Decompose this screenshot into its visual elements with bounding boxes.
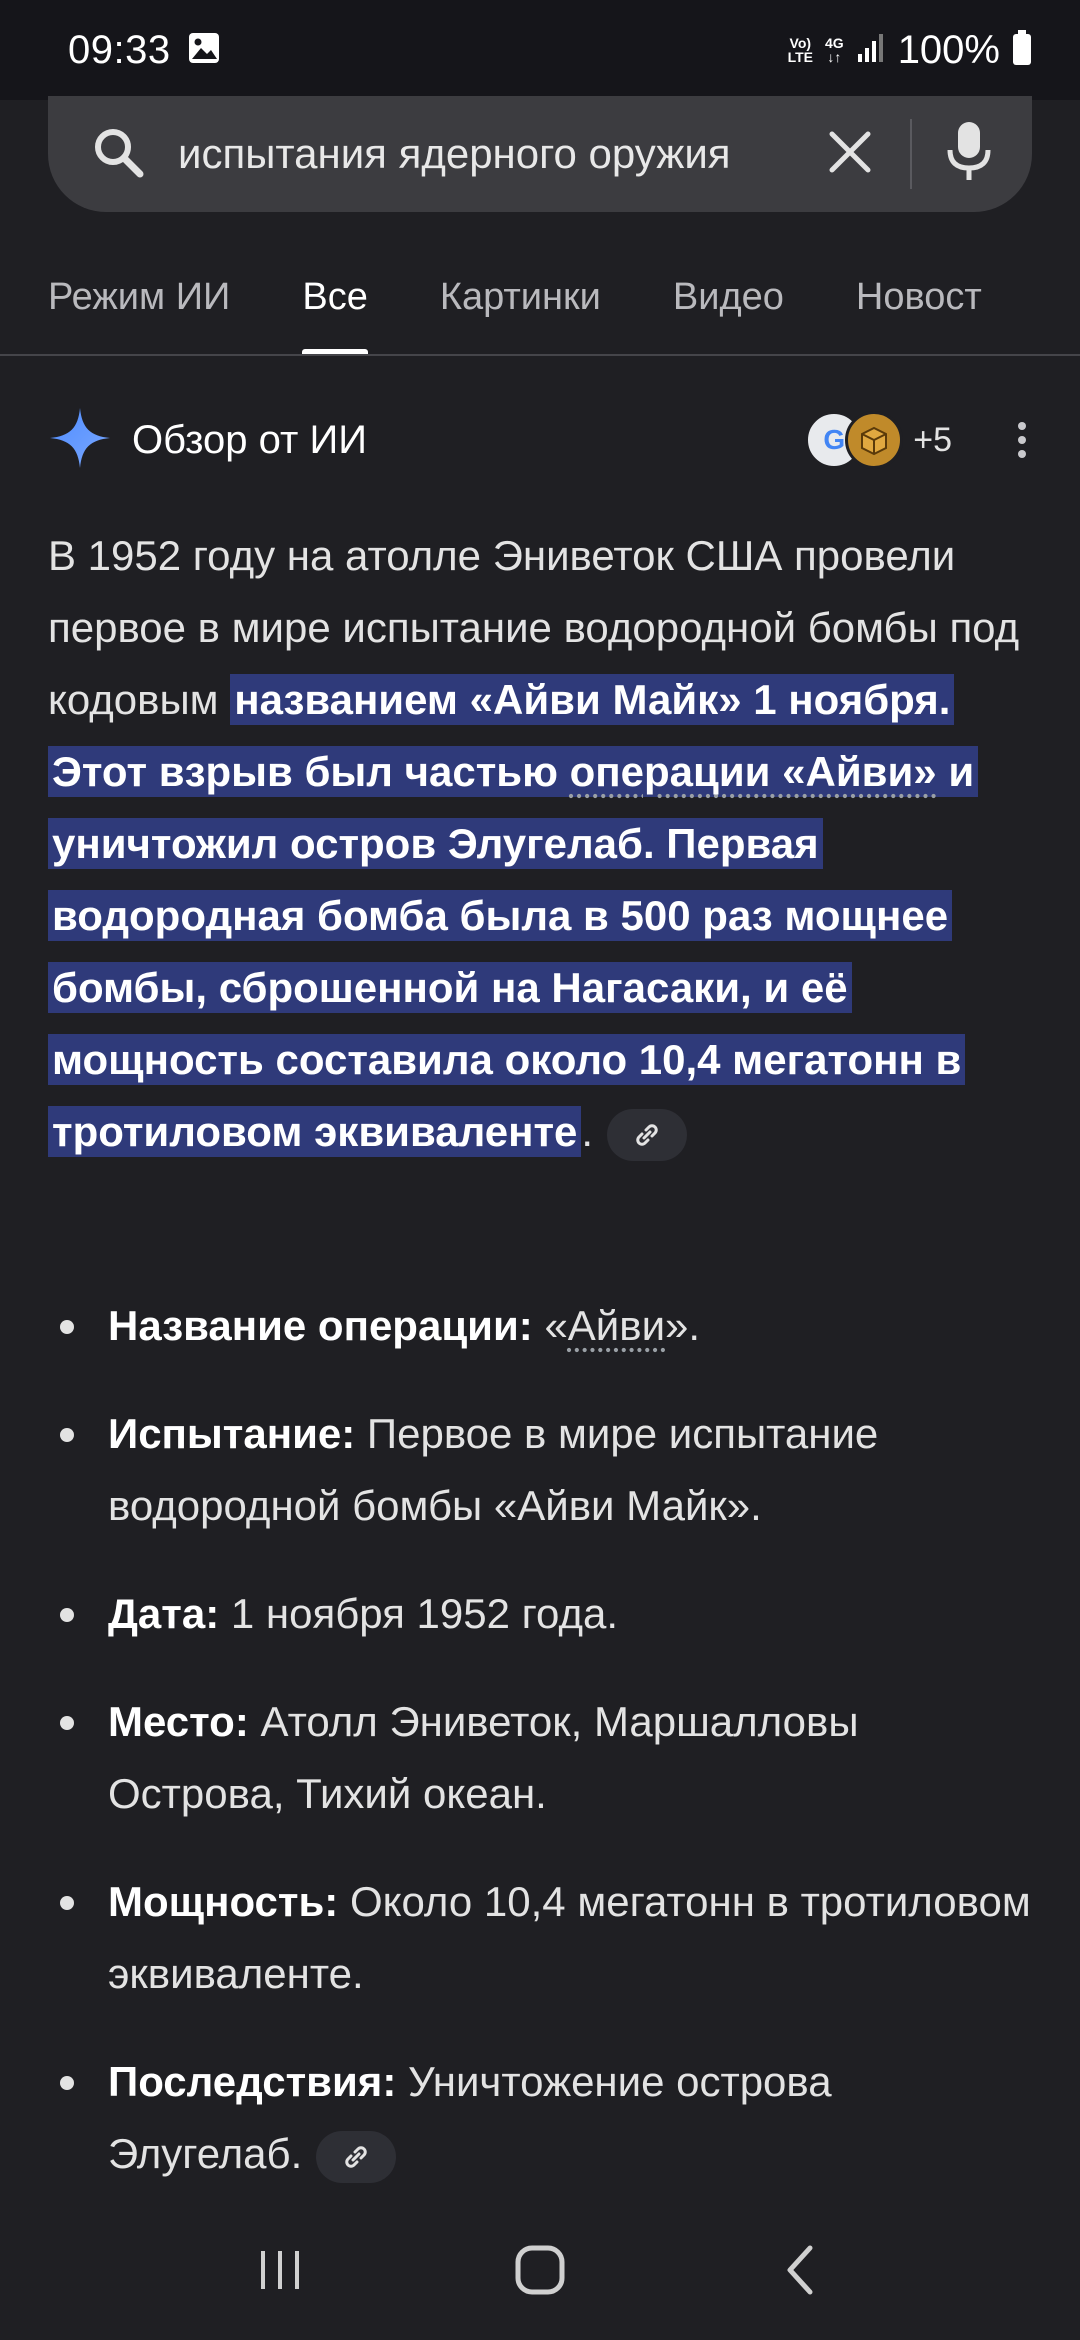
list-item: Дата: 1 ноября 1952 года. <box>48 1578 1032 1650</box>
link-icon <box>345 2146 367 2168</box>
tab-news[interactable]: Новост <box>856 240 982 354</box>
tab-videos[interactable]: Видео <box>673 240 784 354</box>
list-item: Испытание: Первое в мире испытание водор… <box>48 1398 1032 1542</box>
fact-label: Место: <box>108 1698 249 1745</box>
ai-overview-title: Обзор от ИИ <box>132 417 367 462</box>
fact-label: Мощность: <box>108 1878 339 1925</box>
search-icon[interactable] <box>90 124 146 185</box>
network-type: 4G <box>825 35 844 51</box>
search-bar-container: испытания ядерного оружия <box>48 96 1032 212</box>
gallery-notification-icon <box>187 31 221 70</box>
battery-icon <box>1012 29 1032 71</box>
source-avatars[interactable]: G +5 <box>805 411 1012 469</box>
signal-icon <box>856 32 886 69</box>
operation-ivy-link[interactable]: операции «Айви» <box>570 748 937 795</box>
box-avatar[interactable] <box>845 411 904 469</box>
list-item: Мощность: Около 10,4 мегатонн в тротилов… <box>48 1866 1032 2010</box>
mic-icon[interactable] <box>946 120 992 189</box>
list-item: Место: Атолл Эниветок, Маршалловы Остров… <box>48 1686 1032 1830</box>
fact-label: Дата: <box>108 1590 220 1637</box>
status-left: 09:33 <box>68 28 221 73</box>
ivy-link[interactable]: Айви <box>568 1302 665 1349</box>
list-item: Название операции: «Айви». <box>48 1290 1032 1362</box>
screen: 09:33 Vo) LTE 4G ↓↑ 100% испытания ядерн… <box>0 0 1080 2340</box>
recent-apps-icon[interactable] <box>240 2230 320 2310</box>
status-time: 09:33 <box>68 27 171 72</box>
fact-text-pre: « <box>544 1302 568 1349</box>
fact-label: Название операции: <box>108 1302 533 1349</box>
link-icon <box>636 1124 658 1146</box>
battery-percent: 100% <box>897 27 1000 72</box>
status-bar: 09:33 Vo) LTE 4G ↓↑ 100% <box>0 0 1080 100</box>
overview-highlight-part-2: и уничтожил остров Элугелаб. Первая водо… <box>52 748 975 1155</box>
volte-top: Vo) <box>789 35 812 51</box>
network-type-icon: 4G ↓↑ <box>825 36 844 64</box>
search-tabs: Режим ИИ Все Картинки Видео Новост <box>0 240 1080 356</box>
source-link-button[interactable] <box>316 2130 397 2183</box>
tab-images[interactable]: Картинки <box>440 240 601 354</box>
search-bar[interactable]: испытания ядерного оружия <box>48 96 1032 212</box>
overview-highlight: названием «Айви Майк» 1 ноября. Этот взр… <box>48 674 979 1157</box>
ai-overview-text: В 1952 году на атолле Эниветок США прове… <box>48 520 1032 1168</box>
fact-label: Последствия: <box>108 2058 397 2105</box>
more-options-icon[interactable] <box>1012 422 1032 458</box>
close-icon[interactable] <box>826 128 874 181</box>
fact-label: Испытание: <box>108 1410 356 1457</box>
home-icon[interactable] <box>500 2230 580 2310</box>
volte-icon: Vo) LTE <box>788 36 813 64</box>
back-icon[interactable] <box>760 2230 840 2310</box>
tab-ai-mode[interactable]: Режим ИИ <box>48 240 230 354</box>
volte-bottom: LTE <box>787 49 813 65</box>
sparkle-icon <box>48 406 112 475</box>
status-right: Vo) LTE 4G ↓↑ 100% <box>788 28 1032 73</box>
system-nav-bar <box>0 2200 1080 2340</box>
overview-end: . <box>581 1108 594 1155</box>
fact-text: 1 ноября 1952 года. <box>230 1590 619 1637</box>
more-sources-count[interactable]: +5 <box>913 421 952 460</box>
fact-text-post: ». <box>665 1302 701 1349</box>
data-arrows-icon: ↓↑ <box>827 49 842 65</box>
list-item: Последствия: Уничтожение острова Элугела… <box>48 2046 1032 2190</box>
search-divider <box>910 119 912 189</box>
tab-all[interactable]: Все <box>302 240 369 354</box>
search-input[interactable]: испытания ядерного оружия <box>178 130 826 178</box>
source-link-button[interactable] <box>607 1108 688 1161</box>
facts-list: Название операции: «Айви». Испытание: Пе… <box>48 1290 1032 2226</box>
ai-overview-header: Обзор от ИИ G +5 <box>48 400 1032 480</box>
